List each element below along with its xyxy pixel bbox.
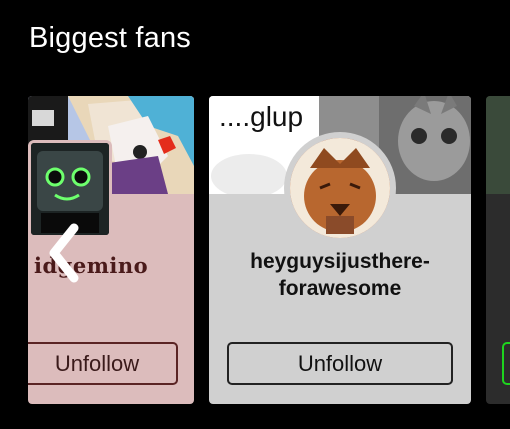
card-banner [486,96,510,194]
unfollow-button[interactable]: Unfollow [28,342,178,385]
fan-username: heyguysijusthere- forawesome [209,248,471,302]
follow-button[interactable] [502,342,510,385]
banner-text: ....glup [219,101,303,132]
chevron-left-icon[interactable] [40,218,90,288]
biggest-fans-screen: Biggest fans idgemino Unfollow ....glup … [0,0,510,429]
fan-card[interactable] [486,96,510,404]
username-line-2: forawesome [278,277,402,300]
fan-avatar[interactable] [284,132,396,244]
cookie-avatar [290,138,390,238]
fan-card[interactable]: ....glup heyguysijusthere- forawesome Un… [209,96,471,404]
unfollow-button[interactable]: Unfollow [227,342,453,385]
section-title: Biggest fans [29,22,191,54]
username-line-1: heyguysijusthere- [250,250,430,273]
